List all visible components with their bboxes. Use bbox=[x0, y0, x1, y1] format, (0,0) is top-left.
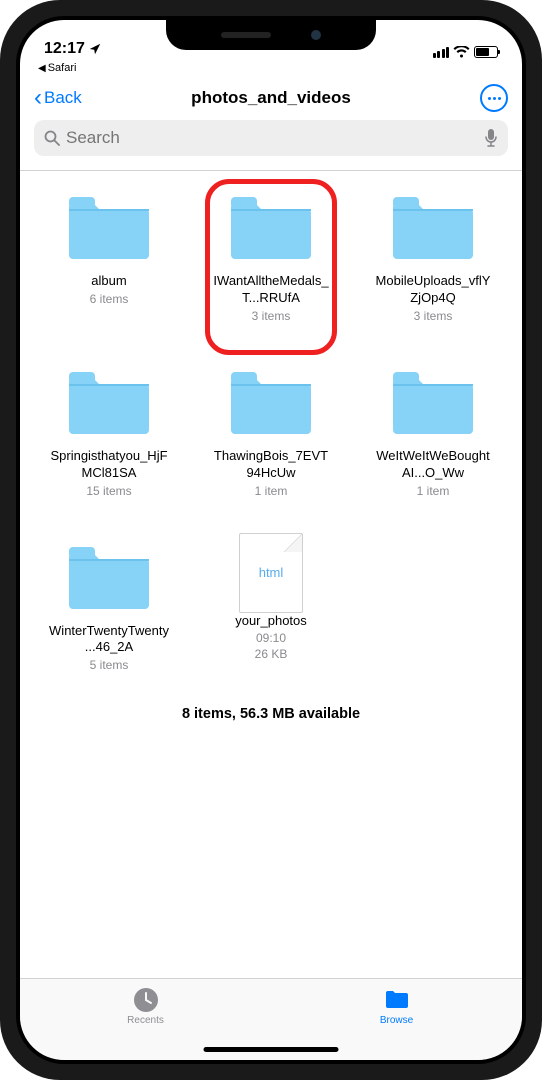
wifi-icon bbox=[453, 46, 470, 58]
item-name: WeItWeItWeBoughtAI...O_Ww bbox=[373, 448, 493, 482]
app-breadcrumb[interactable]: ◀ Safari bbox=[20, 60, 522, 76]
search-input[interactable] bbox=[66, 128, 478, 148]
tab-label: Browse bbox=[380, 1015, 413, 1026]
breadcrumb-label: Safari bbox=[48, 62, 77, 74]
folder-item[interactable]: ThawingBois_7EVT94HcUw 1 item bbox=[190, 368, 352, 498]
chevron-left-icon: ‹ bbox=[34, 84, 42, 112]
folder-item[interactable]: WeItWeItWeBoughtAI...O_Ww 1 item bbox=[352, 368, 514, 498]
folder-icon bbox=[389, 368, 477, 438]
folder-item[interactable]: WinterTwentyTwenty...46_2A5 items bbox=[28, 543, 190, 673]
folder-icon bbox=[65, 368, 153, 438]
item-name: Springisthatyou_HjFMCl81SA bbox=[49, 448, 169, 482]
back-button[interactable]: ‹ Back bbox=[34, 84, 82, 112]
signal-icon bbox=[433, 47, 450, 58]
item-subtitle: 6 items bbox=[90, 292, 129, 306]
nav-header: ‹ Back photos_and_videos bbox=[20, 76, 522, 120]
more-button[interactable] bbox=[480, 84, 508, 112]
item-grid: album 6 items IWantAlltheMedals_T...RRUfA 3… bbox=[20, 171, 522, 694]
battery-icon bbox=[474, 46, 498, 58]
item-name: MobileUploads_vflYZjOp4Q bbox=[373, 273, 493, 307]
folder-item[interactable]: album 6 items bbox=[28, 193, 190, 323]
item-name: WinterTwentyTwenty...46_2A bbox=[49, 623, 169, 657]
item-name: album bbox=[91, 273, 126, 290]
ellipsis-icon bbox=[488, 97, 501, 100]
item-name: IWantAlltheMedals_T...RRUfA bbox=[211, 273, 331, 307]
footer-status: 8 items, 56.3 MB available bbox=[20, 694, 522, 734]
folder-icon bbox=[227, 193, 315, 263]
page-title: photos_and_videos bbox=[191, 88, 351, 108]
file-item[interactable]: html your_photos09:10 26 KB bbox=[190, 543, 352, 673]
folder-icon bbox=[65, 193, 153, 263]
search-icon bbox=[44, 130, 60, 146]
status-time: 12:17 bbox=[44, 40, 85, 58]
chevron-left-icon: ◀ bbox=[38, 63, 46, 74]
item-subtitle: 1 item bbox=[255, 484, 288, 498]
clock-icon bbox=[133, 987, 159, 1013]
folder-item[interactable]: IWantAlltheMedals_T...RRUfA 3 items bbox=[190, 193, 352, 323]
microphone-icon[interactable] bbox=[484, 128, 498, 148]
item-subtitle: 5 items bbox=[90, 658, 129, 672]
item-subtitle-2: 26 KB bbox=[255, 647, 288, 661]
item-subtitle: 3 items bbox=[252, 309, 291, 323]
item-subtitle: 09:10 bbox=[256, 631, 286, 645]
item-subtitle: 1 item bbox=[417, 484, 450, 498]
folder-item[interactable]: MobileUploads_vflYZjOp4Q 3 items bbox=[352, 193, 514, 323]
folder-icon bbox=[384, 987, 410, 1013]
folder-icon bbox=[227, 368, 315, 438]
folder-icon bbox=[65, 543, 153, 613]
search-bar[interactable] bbox=[34, 120, 508, 156]
location-icon bbox=[89, 43, 101, 55]
back-label: Back bbox=[44, 88, 82, 108]
file-icon: html bbox=[239, 533, 303, 613]
file-ext-label: html bbox=[259, 565, 284, 580]
folder-icon bbox=[389, 193, 477, 263]
item-name: ThawingBois_7EVT94HcUw bbox=[211, 448, 331, 482]
item-name: your_photos bbox=[235, 613, 307, 630]
tab-label: Recents bbox=[127, 1015, 164, 1026]
item-subtitle: 3 items bbox=[414, 309, 453, 323]
home-indicator[interactable] bbox=[204, 1047, 339, 1052]
folder-item[interactable]: Springisthatyou_HjFMCl81SA 15 items bbox=[28, 368, 190, 498]
item-subtitle: 15 items bbox=[86, 484, 131, 498]
